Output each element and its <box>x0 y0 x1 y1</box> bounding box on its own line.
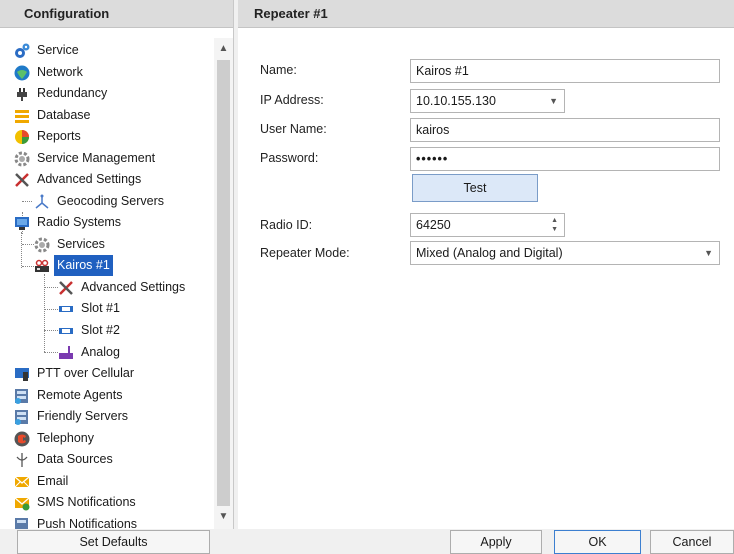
configuration-panel: Configuration Service Network Redundancy <box>0 0 234 529</box>
redundancy-icon <box>17 88 27 101</box>
name-label: Name: <box>260 63 297 77</box>
repeater-panel: Repeater #1 Name: Kairos #1 IP Address: … <box>238 0 734 529</box>
scroll-down-icon[interactable]: ▼ <box>214 508 233 526</box>
name-field[interactable]: Kairos #1 <box>410 59 720 83</box>
telephony-icon <box>14 431 30 447</box>
radio-id-label: Radio ID: <box>260 218 313 232</box>
slot-icon <box>59 306 73 312</box>
user-name-label: User Name: <box>260 122 327 136</box>
tools-icon <box>15 173 29 187</box>
ip-address-value: 10.10.155.130 <box>416 94 496 108</box>
repeater-mode-label: Repeater Mode: <box>260 246 350 260</box>
analog-icon <box>59 346 73 359</box>
scrollbar-thumb[interactable] <box>217 60 230 506</box>
chevron-down-icon[interactable]: ▼ <box>704 242 713 264</box>
user-name-value: kairos <box>416 123 450 137</box>
email-icon <box>14 476 30 488</box>
apply-button[interactable]: Apply <box>450 530 542 554</box>
radio-systems-icon <box>15 217 29 230</box>
ip-address-combo[interactable]: 10.10.155.130 ▼ <box>410 89 565 113</box>
geocoding-icon <box>35 194 49 209</box>
repeater-icon <box>35 259 49 272</box>
slot-icon <box>59 328 73 334</box>
database-icon <box>15 110 29 123</box>
remote-agents-icon <box>15 389 28 404</box>
network-icon <box>14 65 30 81</box>
ptt-icon <box>15 368 29 381</box>
password-field[interactable]: •••••• <box>410 147 720 171</box>
gear-icon <box>14 151 30 167</box>
cancel-button[interactable]: Cancel <box>650 530 734 554</box>
sms-icon <box>14 497 30 511</box>
spinner-arrows-icon[interactable]: ▲ ▼ <box>551 216 558 234</box>
scroll-up-icon[interactable]: ▲ <box>214 40 233 58</box>
service-icon <box>15 43 30 58</box>
push-icon <box>15 518 28 529</box>
configuration-tree: Service Network Redundancy Database Repo… <box>0 38 214 529</box>
gear-icon <box>34 237 50 253</box>
user-name-field[interactable]: kairos <box>410 118 720 142</box>
radio-id-value: 64250 <box>416 218 451 232</box>
friendly-servers-icon <box>15 410 28 425</box>
password-value: •••••• <box>416 152 449 166</box>
name-value: Kairos #1 <box>416 64 469 78</box>
data-sources-icon <box>16 453 28 467</box>
test-button[interactable]: Test <box>412 174 538 202</box>
repeater-title: Repeater #1 <box>238 0 734 28</box>
tools-icon <box>59 281 73 295</box>
configuration-title: Configuration <box>0 0 233 28</box>
set-defaults-button[interactable]: Set Defaults <box>17 530 210 554</box>
repeater-mode-value: Mixed (Analog and Digital) <box>416 246 563 260</box>
ip-address-label: IP Address: <box>260 93 324 107</box>
password-label: Password: <box>260 151 319 165</box>
chevron-down-icon[interactable]: ▼ <box>549 90 558 112</box>
ok-button[interactable]: OK <box>554 530 641 554</box>
tree-scrollbar[interactable]: ▲ ▼ <box>214 38 233 529</box>
radio-id-spinner[interactable]: 64250 ▲ ▼ <box>410 213 565 237</box>
reports-icon <box>15 130 29 144</box>
repeater-mode-combo[interactable]: Mixed (Analog and Digital) ▼ <box>410 241 720 265</box>
